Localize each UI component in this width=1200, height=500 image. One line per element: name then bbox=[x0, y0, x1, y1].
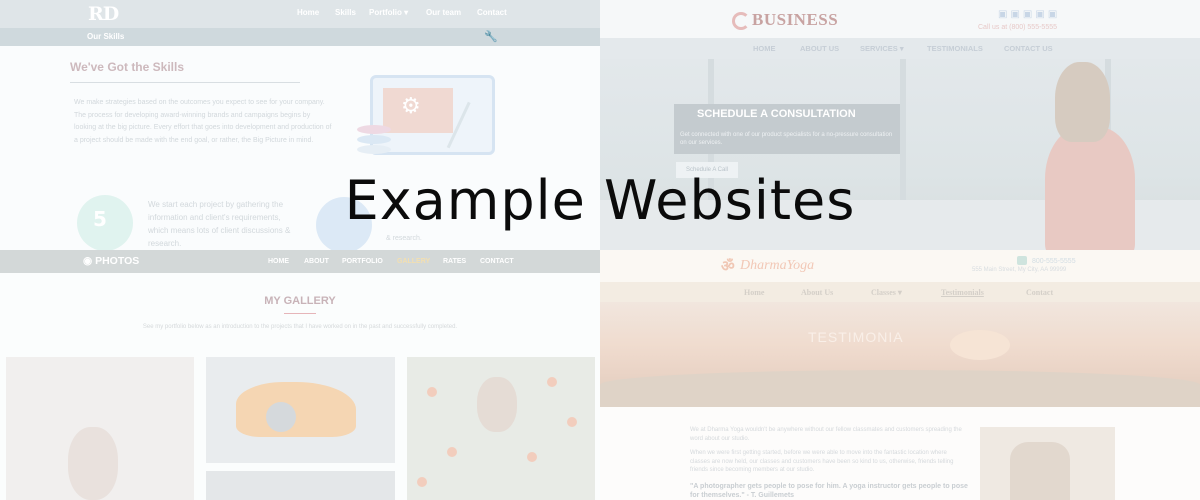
yoga-phone: 800-555-5555 bbox=[1032, 258, 1076, 265]
yoga-body-text-1: We at Dharma Yoga wouldn't be anywhere w… bbox=[690, 427, 962, 442]
business-nav-services[interactable]: SERVICES ▾ bbox=[860, 44, 904, 53]
photos-nav-rates[interactable]: RATES bbox=[443, 258, 466, 265]
yoga-header bbox=[600, 250, 1200, 282]
yoga-nav-contact[interactable]: Contact bbox=[1026, 288, 1053, 297]
business-nav-testimonials[interactable]: TESTIMONIALS bbox=[927, 44, 983, 53]
yoga-hero-title: TESTIMONIA bbox=[808, 329, 904, 345]
rd-feature-fragment: & research. bbox=[386, 235, 422, 242]
rd-heading-rule bbox=[70, 82, 300, 83]
photos-nav-contact[interactable]: CONTACT bbox=[480, 258, 514, 265]
gallery-photo-portrait[interactable] bbox=[6, 357, 194, 500]
screenshot-photos-site: ◉ PHOTOS HOME ABOUT PORTFOLIO GALLERY RA… bbox=[0, 250, 600, 500]
gallery-heading: MY GALLERY bbox=[264, 295, 336, 307]
linkedin-icon[interactable]: ▣ bbox=[1048, 9, 1060, 20]
business-call-line: Call us at (800) 555-5555 bbox=[978, 24, 1057, 31]
social-icons: ▣▣▣▣▣ bbox=[998, 9, 1060, 20]
yoga-photo bbox=[980, 427, 1115, 500]
sunset-glow bbox=[950, 330, 1010, 360]
yoga-address: 555 Main Street, My City, AA 99999 bbox=[972, 267, 1067, 273]
photos-nav-gallery[interactable]: GALLERY bbox=[397, 258, 430, 265]
gallery-photo-flowers[interactable] bbox=[407, 357, 595, 500]
youtube-icon[interactable]: ▣ bbox=[1035, 9, 1047, 20]
om-logo-icon: ॐ bbox=[721, 259, 735, 275]
database-illustration bbox=[357, 125, 391, 161]
photos-logo[interactable]: ◉ PHOTOS bbox=[83, 255, 139, 267]
rd-nav-portfolio[interactable]: Portfolio ▾ bbox=[369, 8, 408, 17]
yoga-quote: "A photographer gets people to pose for … bbox=[690, 483, 968, 499]
yoga-nav-classes[interactable]: Classes ▾ bbox=[871, 288, 902, 297]
rd-nav-skills[interactable]: Skills bbox=[335, 8, 356, 17]
photos-nav-portfolio[interactable]: PORTFOLIO bbox=[342, 258, 383, 265]
gallery-heading-rule bbox=[284, 313, 316, 314]
business-nav-contact[interactable]: CONTACT US bbox=[1004, 44, 1053, 53]
camera-icon: ◉ bbox=[83, 255, 96, 267]
screenshot-yoga-site: ॐ DharmaYoga 800-555-5555 555 Main Stree… bbox=[600, 250, 1200, 500]
rd-logo[interactable]: RD bbox=[88, 3, 119, 25]
photos-logo-text: PHOTOS bbox=[95, 255, 140, 267]
rd-nav-our-team[interactable]: Our team bbox=[426, 8, 461, 17]
business-logo[interactable]: BUSINESS bbox=[752, 10, 838, 30]
gallery-subtext: See my portfolio below as an introductio… bbox=[142, 324, 458, 330]
gallery-photo[interactable] bbox=[206, 471, 395, 500]
rd-nav-contact[interactable]: Contact bbox=[477, 8, 507, 17]
rd-subheader-bar: Our Skills 🔧 bbox=[0, 28, 600, 46]
rd-section-heading: We've Got the Skills bbox=[70, 60, 184, 74]
page-title: Example Websites bbox=[344, 169, 856, 232]
instagram-icon[interactable]: ▣ bbox=[1023, 9, 1035, 20]
twitter-icon[interactable]: ▣ bbox=[1010, 9, 1022, 20]
rd-nav-home[interactable]: Home bbox=[297, 8, 319, 17]
consultation-title: SCHEDULE A CONSULTATION bbox=[697, 108, 856, 120]
yoga-nav-testimonials[interactable]: Testimonials bbox=[941, 288, 984, 297]
phone-icon bbox=[1017, 256, 1027, 265]
photos-nav-about[interactable]: ABOUT bbox=[304, 258, 329, 265]
wrench-icon: 🔧 bbox=[484, 30, 498, 43]
yoga-nav-home[interactable]: Home bbox=[744, 288, 764, 297]
business-nav-about[interactable]: ABOUT US bbox=[800, 44, 839, 53]
yoga-nav-about[interactable]: About Us bbox=[801, 288, 833, 297]
photos-nav-home[interactable]: HOME bbox=[268, 258, 289, 265]
rd-intro-paragraph: We make strategies based on the outcomes… bbox=[74, 99, 332, 144]
consultation-text: Get connected with one of our product sp… bbox=[680, 132, 893, 146]
business-nav-home[interactable]: HOME bbox=[753, 44, 776, 53]
facebook-icon[interactable]: ▣ bbox=[998, 9, 1010, 20]
business-header bbox=[600, 0, 1200, 38]
yoga-body-text-2: When we were first getting started, befo… bbox=[690, 450, 954, 473]
consultation-card: SCHEDULE A CONSULTATION Get connected wi… bbox=[674, 104, 900, 154]
gallery-photo-car[interactable] bbox=[206, 357, 395, 463]
rd-subheader-title: Our Skills bbox=[87, 32, 125, 41]
gear-icon: ⚙ bbox=[401, 94, 421, 119]
hill-silhouette bbox=[600, 370, 1200, 407]
yoga-logo[interactable]: DharmaYoga bbox=[740, 258, 814, 274]
business-logo-icon bbox=[732, 12, 750, 30]
